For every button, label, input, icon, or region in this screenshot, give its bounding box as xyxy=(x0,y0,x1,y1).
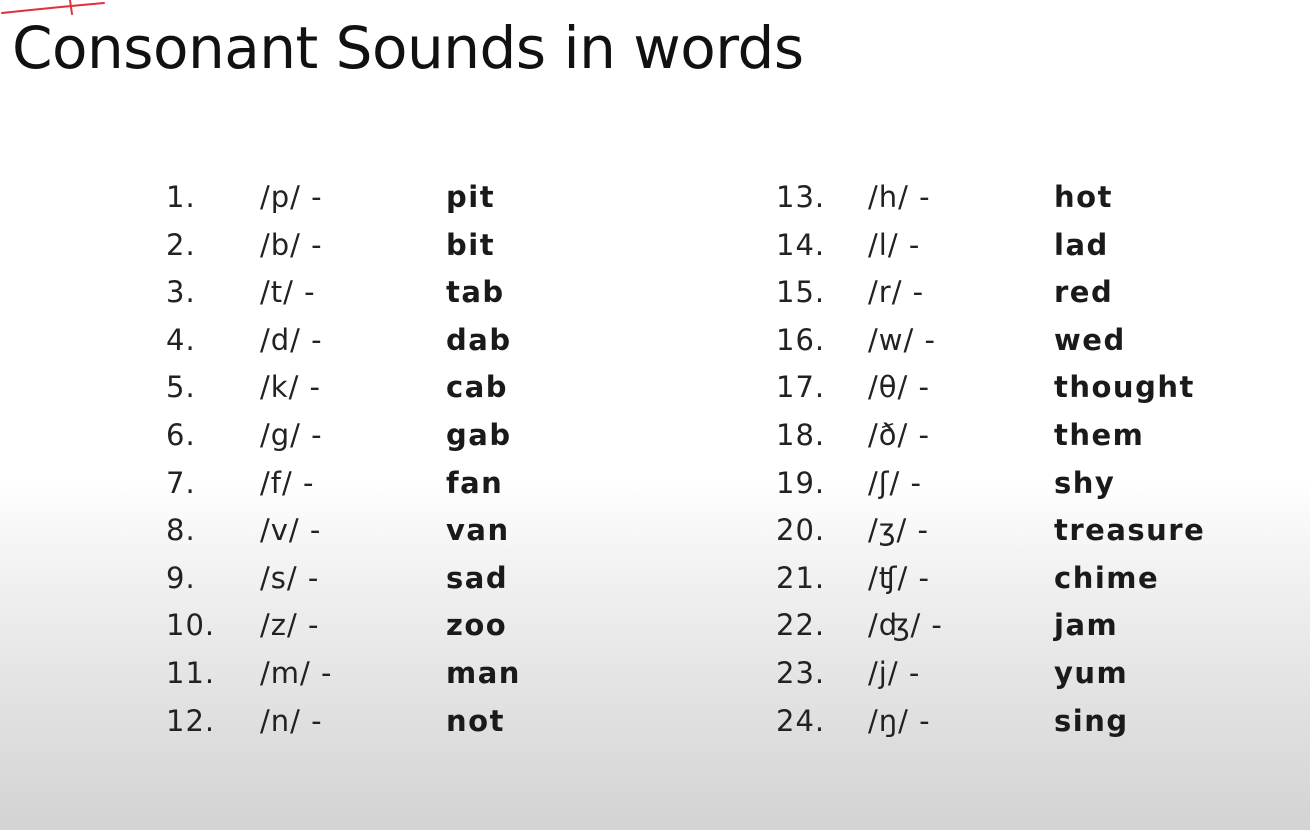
item-number: 2. xyxy=(166,227,196,262)
item-number: 24. xyxy=(776,703,826,738)
example-word: treasure xyxy=(1054,513,1206,548)
example-word: chime xyxy=(1054,560,1160,595)
ipa-symbol: /r/ - xyxy=(868,275,925,310)
example-word: tab xyxy=(446,275,505,310)
ipa-symbol: /j/ - xyxy=(868,655,921,690)
item-number: 6. xyxy=(166,417,196,452)
example-word: pit xyxy=(446,180,496,214)
example-word: lad xyxy=(1054,227,1109,262)
item-number: 15. xyxy=(776,275,826,310)
item-number: 7. xyxy=(166,465,196,500)
item-number: 22. xyxy=(776,608,826,643)
item-number: 4. xyxy=(166,322,196,357)
ipa-symbol: /b/ - xyxy=(260,227,323,262)
ipa-symbol: /h/ - xyxy=(868,180,931,214)
ipa-symbol: /ʤ/ - xyxy=(868,608,943,643)
item-number: 13. xyxy=(776,180,826,214)
item-number: 11. xyxy=(166,655,216,690)
item-number: 3. xyxy=(166,275,196,310)
ipa-symbol: /ʧ/ - xyxy=(868,560,930,595)
ipa-symbol: /ʃ/ - xyxy=(868,465,922,500)
example-word: thought xyxy=(1054,370,1195,405)
ipa-symbol: /ŋ/ - xyxy=(868,703,931,738)
example-word: man xyxy=(446,655,521,690)
example-word: jam xyxy=(1054,608,1119,643)
example-word: zoo xyxy=(446,608,508,643)
ipa-symbol: /l/ - xyxy=(868,227,921,262)
item-number: 19. xyxy=(776,465,826,500)
ipa-symbol: /g/ - xyxy=(260,417,323,452)
item-number: 18. xyxy=(776,417,826,452)
example-word: sing xyxy=(1054,703,1129,738)
ipa-symbol: /t/ - xyxy=(260,275,316,310)
ipa-symbol: /f/ - xyxy=(260,465,315,500)
item-number: 21. xyxy=(776,560,826,595)
item-number: 23. xyxy=(776,655,826,690)
example-word: dab xyxy=(446,322,512,357)
item-number: 16. xyxy=(776,322,826,357)
item-number: 8. xyxy=(166,513,196,548)
ipa-symbol: /d/ - xyxy=(260,322,323,357)
ipa-symbol: /s/ - xyxy=(260,560,320,595)
item-number: 5. xyxy=(166,370,196,405)
example-word: bit xyxy=(446,227,496,262)
example-word: not xyxy=(446,703,505,738)
example-word: cab xyxy=(446,370,509,405)
example-word: them xyxy=(1054,417,1145,452)
example-word: van xyxy=(446,513,510,548)
item-number: 1. xyxy=(166,180,196,214)
example-word: fan xyxy=(446,465,504,500)
ipa-symbol: /n/ - xyxy=(260,703,323,738)
item-number: 14. xyxy=(776,227,826,262)
example-word: red xyxy=(1054,275,1114,310)
example-word: shy xyxy=(1054,465,1116,500)
item-number: 9. xyxy=(166,560,196,595)
example-word: gab xyxy=(446,417,512,452)
example-word: wed xyxy=(1054,322,1126,357)
ipa-symbol: /k/ - xyxy=(260,370,322,405)
ipa-symbol: /m/ - xyxy=(260,655,333,690)
example-word: hot xyxy=(1054,180,1113,214)
example-word: sad xyxy=(446,560,509,595)
item-number: 10. xyxy=(166,608,216,643)
slide-title: Consonant Sounds in words xyxy=(12,14,804,82)
example-word: yum xyxy=(1054,655,1129,690)
ipa-symbol: /w/ - xyxy=(868,322,936,357)
item-number: 17. xyxy=(776,370,826,405)
ipa-symbol: /θ/ - xyxy=(868,370,930,405)
item-number: 20. xyxy=(776,513,826,548)
ipa-symbol: /v/ - xyxy=(260,513,322,548)
ipa-symbol: /ð/ - xyxy=(868,417,930,452)
ipa-symbol: /z/ - xyxy=(260,608,320,643)
ipa-symbol: /p/ - xyxy=(260,180,323,214)
ipa-symbol: /ʒ/ - xyxy=(868,513,929,548)
item-number: 12. xyxy=(166,703,216,738)
